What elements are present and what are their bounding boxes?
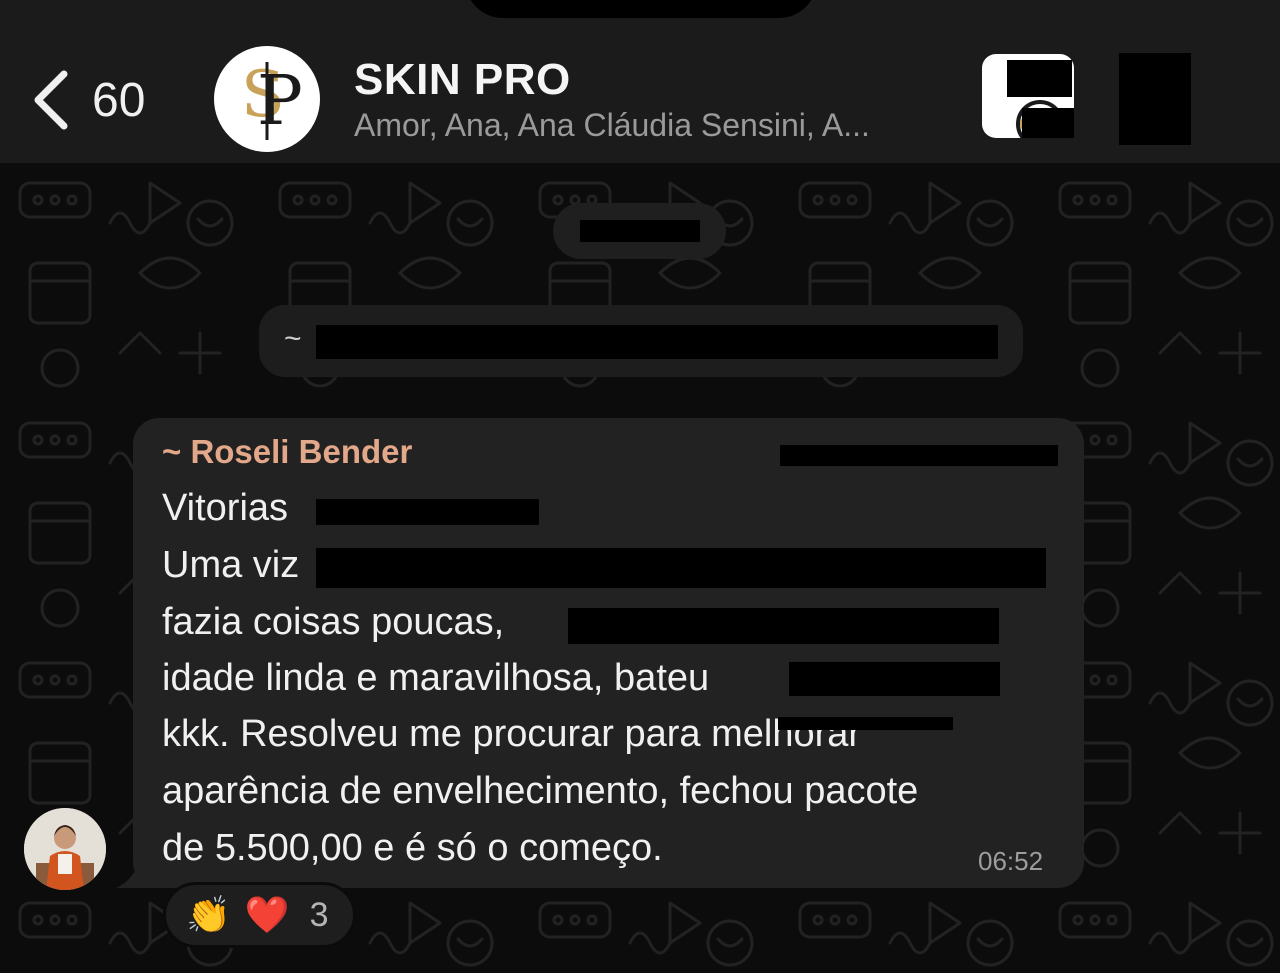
redaction — [1007, 60, 1072, 97]
system-message-prefix: ~ — [284, 322, 302, 355]
redaction — [316, 548, 1046, 588]
message-line: de 5.500,00 e é só o começo. — [162, 827, 663, 869]
red-heart-icon: ❤️ — [244, 894, 290, 935]
sender-avatar[interactable] — [24, 808, 106, 890]
bubble-tail — [116, 852, 156, 888]
group-avatar[interactable]: S P — [214, 46, 320, 152]
message-line: idade linda e maravilhosa, bateu — [162, 657, 710, 699]
redaction — [568, 608, 999, 644]
svg-text:P: P — [257, 62, 303, 141]
redaction — [316, 499, 539, 525]
redaction — [1022, 108, 1074, 138]
message-reactions[interactable]: 👏 ❤️ 3 — [163, 882, 356, 948]
message-line: kkk. Resolveu me procurar para melhorar — [162, 713, 862, 755]
chat-header: 60 S P SKIN PRO Amor, Ana, Ana Cláudia S… — [0, 0, 1280, 163]
sender-name[interactable]: ~ Roseli Bender — [162, 433, 412, 471]
message-line: aparência de envelhecimento, fechou paco… — [162, 770, 919, 812]
unread-count: 60 — [92, 73, 146, 127]
message-line: fazia coisas poucas, — [162, 601, 505, 643]
reaction-count: 3 — [309, 895, 329, 934]
redaction — [789, 662, 1000, 696]
group-members[interactable]: Amor, Ana, Ana Cláudia Sensini, A... — [354, 107, 870, 144]
group-title[interactable]: SKIN PRO — [354, 55, 571, 105]
back-button[interactable]: 60 — [30, 62, 180, 138]
device-notch — [465, 0, 817, 18]
skin-pro-logo: S P — [241, 58, 303, 141]
phone-button[interactable] — [1119, 53, 1191, 145]
redaction — [580, 220, 700, 242]
redaction — [778, 717, 953, 730]
message-time: 06:52 — [978, 846, 1044, 876]
avatar-photo — [24, 808, 106, 890]
message-line: Uma viz — [162, 544, 300, 586]
back-chevron-icon — [34, 70, 68, 130]
redaction — [316, 325, 998, 359]
clapping-hands-icon: 👏 — [186, 894, 231, 935]
message-line: Vitorias — [162, 487, 289, 529]
redaction — [780, 445, 1058, 466]
